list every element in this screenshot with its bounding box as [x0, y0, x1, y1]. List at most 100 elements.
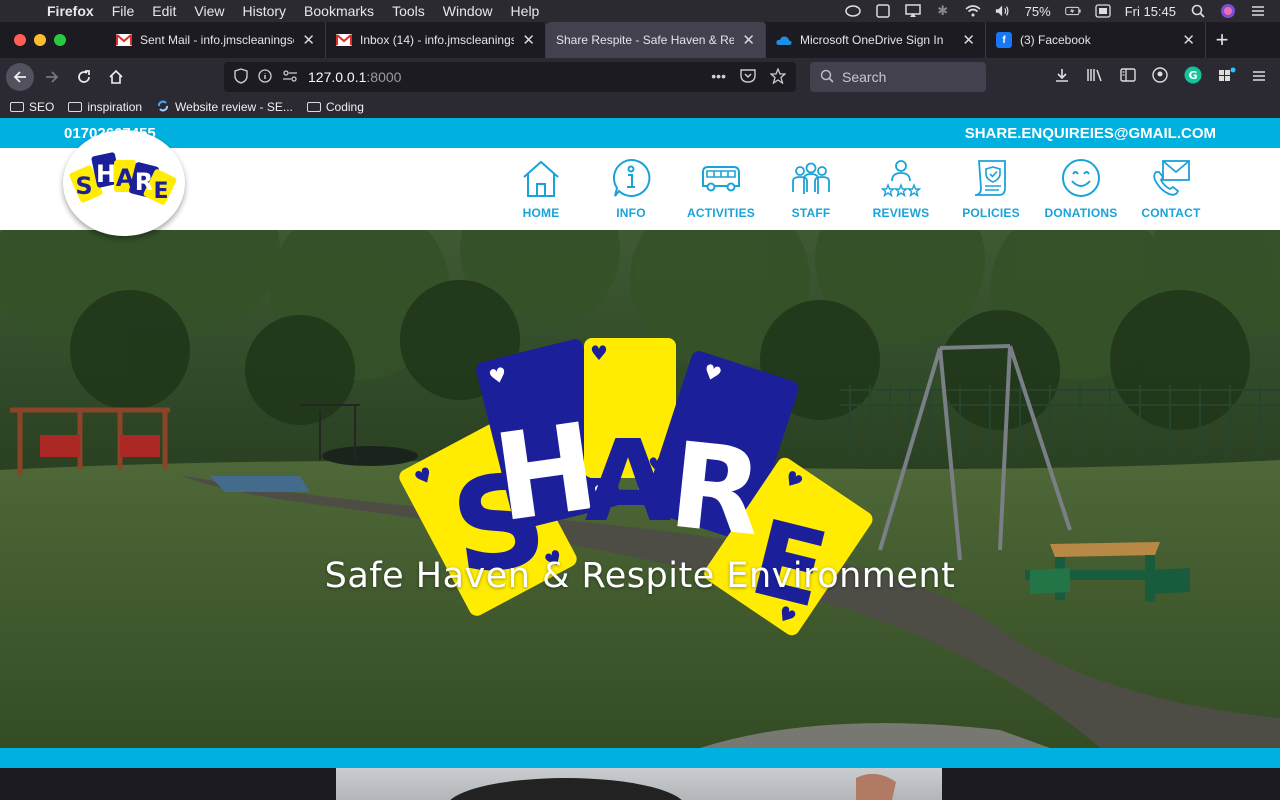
grammarly-icon[interactable]: G [1184, 66, 1202, 88]
back-button[interactable] [6, 63, 34, 91]
home-button[interactable] [102, 63, 130, 91]
tab-title: Inbox (14) - info.jmscleaningse [360, 33, 515, 47]
smile-icon [1062, 159, 1100, 197]
nav-policies[interactable]: POLICIES [946, 148, 1036, 230]
bluetooth-icon[interactable]: ✱ [935, 3, 951, 18]
search-icon [820, 69, 834, 86]
airplay-icon[interactable] [904, 4, 921, 18]
tab-facebook[interactable]: f (3) Facebook ✕ [986, 22, 1206, 58]
page-below-fold [0, 768, 1280, 800]
url-bar[interactable]: 127.0.0.1:8000 ••• [224, 62, 796, 92]
nav-label: CONTACT [1141, 206, 1201, 220]
bookmark-website-review[interactable]: Website review - SE... [156, 99, 293, 116]
keyboard-input-icon[interactable] [1095, 4, 1111, 18]
extensions-icon[interactable] [1218, 67, 1236, 87]
url-text[interactable]: 127.0.0.1:8000 [308, 69, 401, 85]
tab-onedrive[interactable]: Microsoft OneDrive Sign In ✕ [766, 22, 986, 58]
tab-share-respite[interactable]: Share Respite - Safe Haven & Resp ✕ [546, 22, 766, 58]
nav-label: POLICIES [962, 206, 1020, 220]
nav-label: ACTIVITIES [686, 206, 755, 220]
nav-label: REVIEWS [872, 206, 930, 220]
nav-label: INFO [616, 206, 646, 220]
hamburger-menu-icon[interactable] [1252, 69, 1266, 86]
menu-app-name[interactable]: Firefox [38, 3, 103, 19]
document-icon [974, 160, 1006, 196]
svg-text:H: H [96, 160, 116, 188]
menu-history[interactable]: History [233, 3, 295, 19]
menu-extra-icon[interactable] [875, 4, 891, 18]
stars-icon [881, 160, 921, 198]
section-divider-bar [0, 748, 1280, 768]
tab-title: (3) Facebook [1020, 33, 1091, 47]
nav-reviews[interactable]: REVIEWS [856, 148, 946, 230]
battery-icon[interactable] [1064, 4, 1081, 18]
control-center-icon[interactable] [1250, 4, 1266, 18]
menu-file[interactable]: File [103, 3, 144, 19]
hero-logo-letter: A [585, 417, 672, 547]
bookmark-coding[interactable]: Coding [306, 100, 364, 114]
menu-edit[interactable]: Edit [143, 3, 185, 19]
svg-text:S: S [75, 172, 92, 200]
menu-window[interactable]: Window [434, 3, 502, 19]
nav-donations[interactable]: DONATIONS [1036, 148, 1126, 230]
bookmark-inspiration[interactable]: inspiration [68, 100, 142, 114]
sidebar-icon[interactable] [1120, 68, 1136, 86]
nav-info[interactable]: INFO [586, 148, 676, 230]
bookmark-star-icon[interactable] [769, 66, 787, 87]
close-window-button[interactable] [14, 34, 26, 46]
pocket-icon[interactable] [740, 68, 756, 87]
permissions-icon[interactable] [282, 69, 298, 85]
bookmark-seo[interactable]: SEO [10, 100, 54, 114]
downloads-icon[interactable] [1054, 67, 1070, 87]
nav-home[interactable]: HOME [496, 148, 586, 230]
menu-view[interactable]: View [185, 3, 233, 19]
close-tab-icon[interactable]: ✕ [962, 31, 975, 49]
site-info-icon[interactable] [258, 68, 272, 86]
site-logo[interactable]: S H A R E [63, 130, 185, 236]
folder-icon [68, 102, 83, 112]
page-viewport: 01702667455 SHARE.ENQUIREIES@GMAIL.COM H… [0, 118, 1280, 768]
zoom-window-button[interactable] [54, 34, 66, 46]
reload-button[interactable] [70, 63, 98, 91]
bookmarks-toolbar: SEO inspiration Website review - SE... C… [0, 96, 1280, 118]
content-image-partial [336, 768, 942, 800]
close-tab-icon[interactable]: ✕ [742, 31, 755, 49]
svg-text:R: R [135, 168, 153, 196]
new-tab-button[interactable]: + [1206, 22, 1238, 58]
info-icon [612, 158, 651, 197]
close-tab-icon[interactable]: ✕ [1182, 31, 1195, 49]
menubar-clock[interactable]: Fri 15:45 [1125, 4, 1176, 19]
nav-label: HOME [522, 206, 560, 220]
wifi-icon[interactable] [965, 4, 981, 18]
page-actions-icon[interactable]: ••• [711, 68, 726, 87]
nav-contact[interactable]: CONTACT [1126, 148, 1216, 230]
menu-tools[interactable]: Tools [383, 3, 434, 19]
tab-title: Share Respite - Safe Haven & Resp [556, 33, 735, 47]
tracking-shield-icon[interactable] [234, 67, 248, 87]
volume-icon[interactable] [995, 4, 1011, 18]
search-input[interactable]: Search [810, 62, 986, 92]
site-header: HOME INFO ACTIVITIES STAFF REVIEWS POLIC… [0, 148, 1280, 230]
minimize-window-button[interactable] [34, 34, 46, 46]
siri-icon[interactable] [1220, 4, 1236, 18]
nav-staff[interactable]: STAFF [766, 148, 856, 230]
close-tab-icon[interactable]: ✕ [522, 31, 535, 49]
menu-help[interactable]: Help [502, 3, 549, 19]
account-icon[interactable] [1152, 67, 1168, 87]
macos-menubar: Firefox File Edit View History Bookmarks… [0, 0, 1280, 22]
nav-label: DONATIONS [1044, 206, 1118, 220]
nav-activities[interactable]: ACTIVITIES [676, 148, 766, 230]
menu-bookmarks[interactable]: Bookmarks [295, 3, 383, 19]
forward-button[interactable] [38, 63, 66, 91]
svg-text:G: G [1188, 69, 1197, 82]
tab-sent-mail[interactable]: Sent Mail - info.jmscleaningse ✕ [106, 22, 326, 58]
creative-cloud-icon[interactable] [844, 4, 861, 18]
email-address[interactable]: SHARE.ENQUIREIES@GMAIL.COM [965, 125, 1216, 142]
close-tab-icon[interactable]: ✕ [302, 31, 315, 49]
library-icon[interactable] [1086, 67, 1104, 87]
spotlight-search-icon[interactable] [1190, 4, 1206, 18]
tab-inbox[interactable]: Inbox (14) - info.jmscleaningse ✕ [326, 22, 546, 58]
hero-logo-letter: R [664, 416, 769, 563]
bookmark-label: SEO [29, 100, 55, 114]
facebook-icon: f [996, 32, 1012, 48]
